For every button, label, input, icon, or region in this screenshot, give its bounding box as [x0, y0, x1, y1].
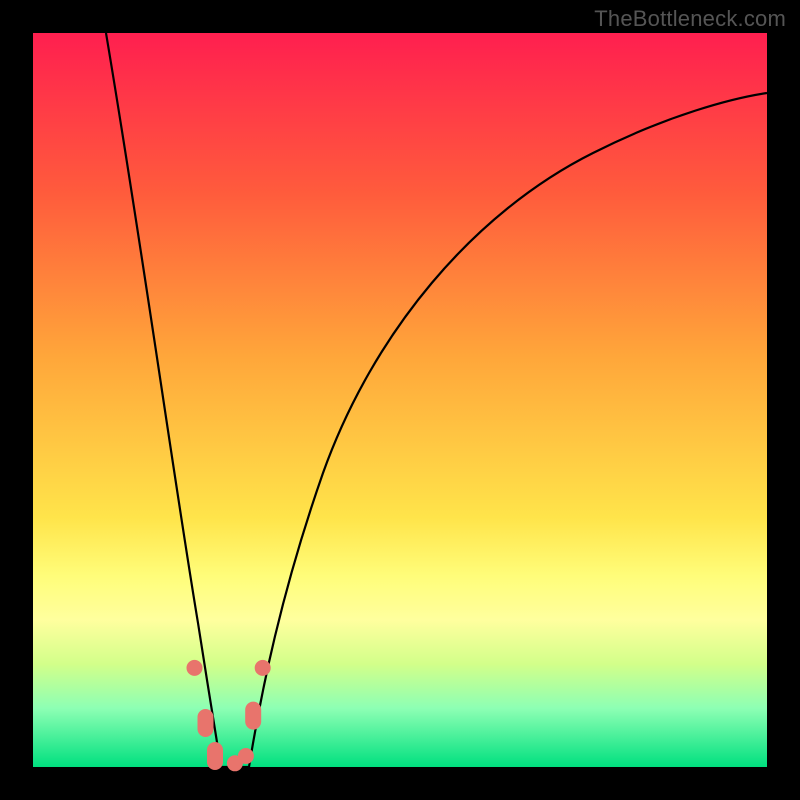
watermark-text: TheBottleneck.com — [594, 6, 786, 32]
marker-dot — [238, 748, 254, 764]
right-curve — [249, 93, 767, 767]
marker-dot — [187, 660, 203, 676]
left-curve — [106, 33, 221, 767]
marker-pill — [198, 709, 214, 737]
marker-pill — [245, 702, 261, 730]
bottleneck-curve-chart — [33, 33, 767, 767]
marker-dot — [255, 660, 271, 676]
marker-pill — [207, 742, 223, 770]
